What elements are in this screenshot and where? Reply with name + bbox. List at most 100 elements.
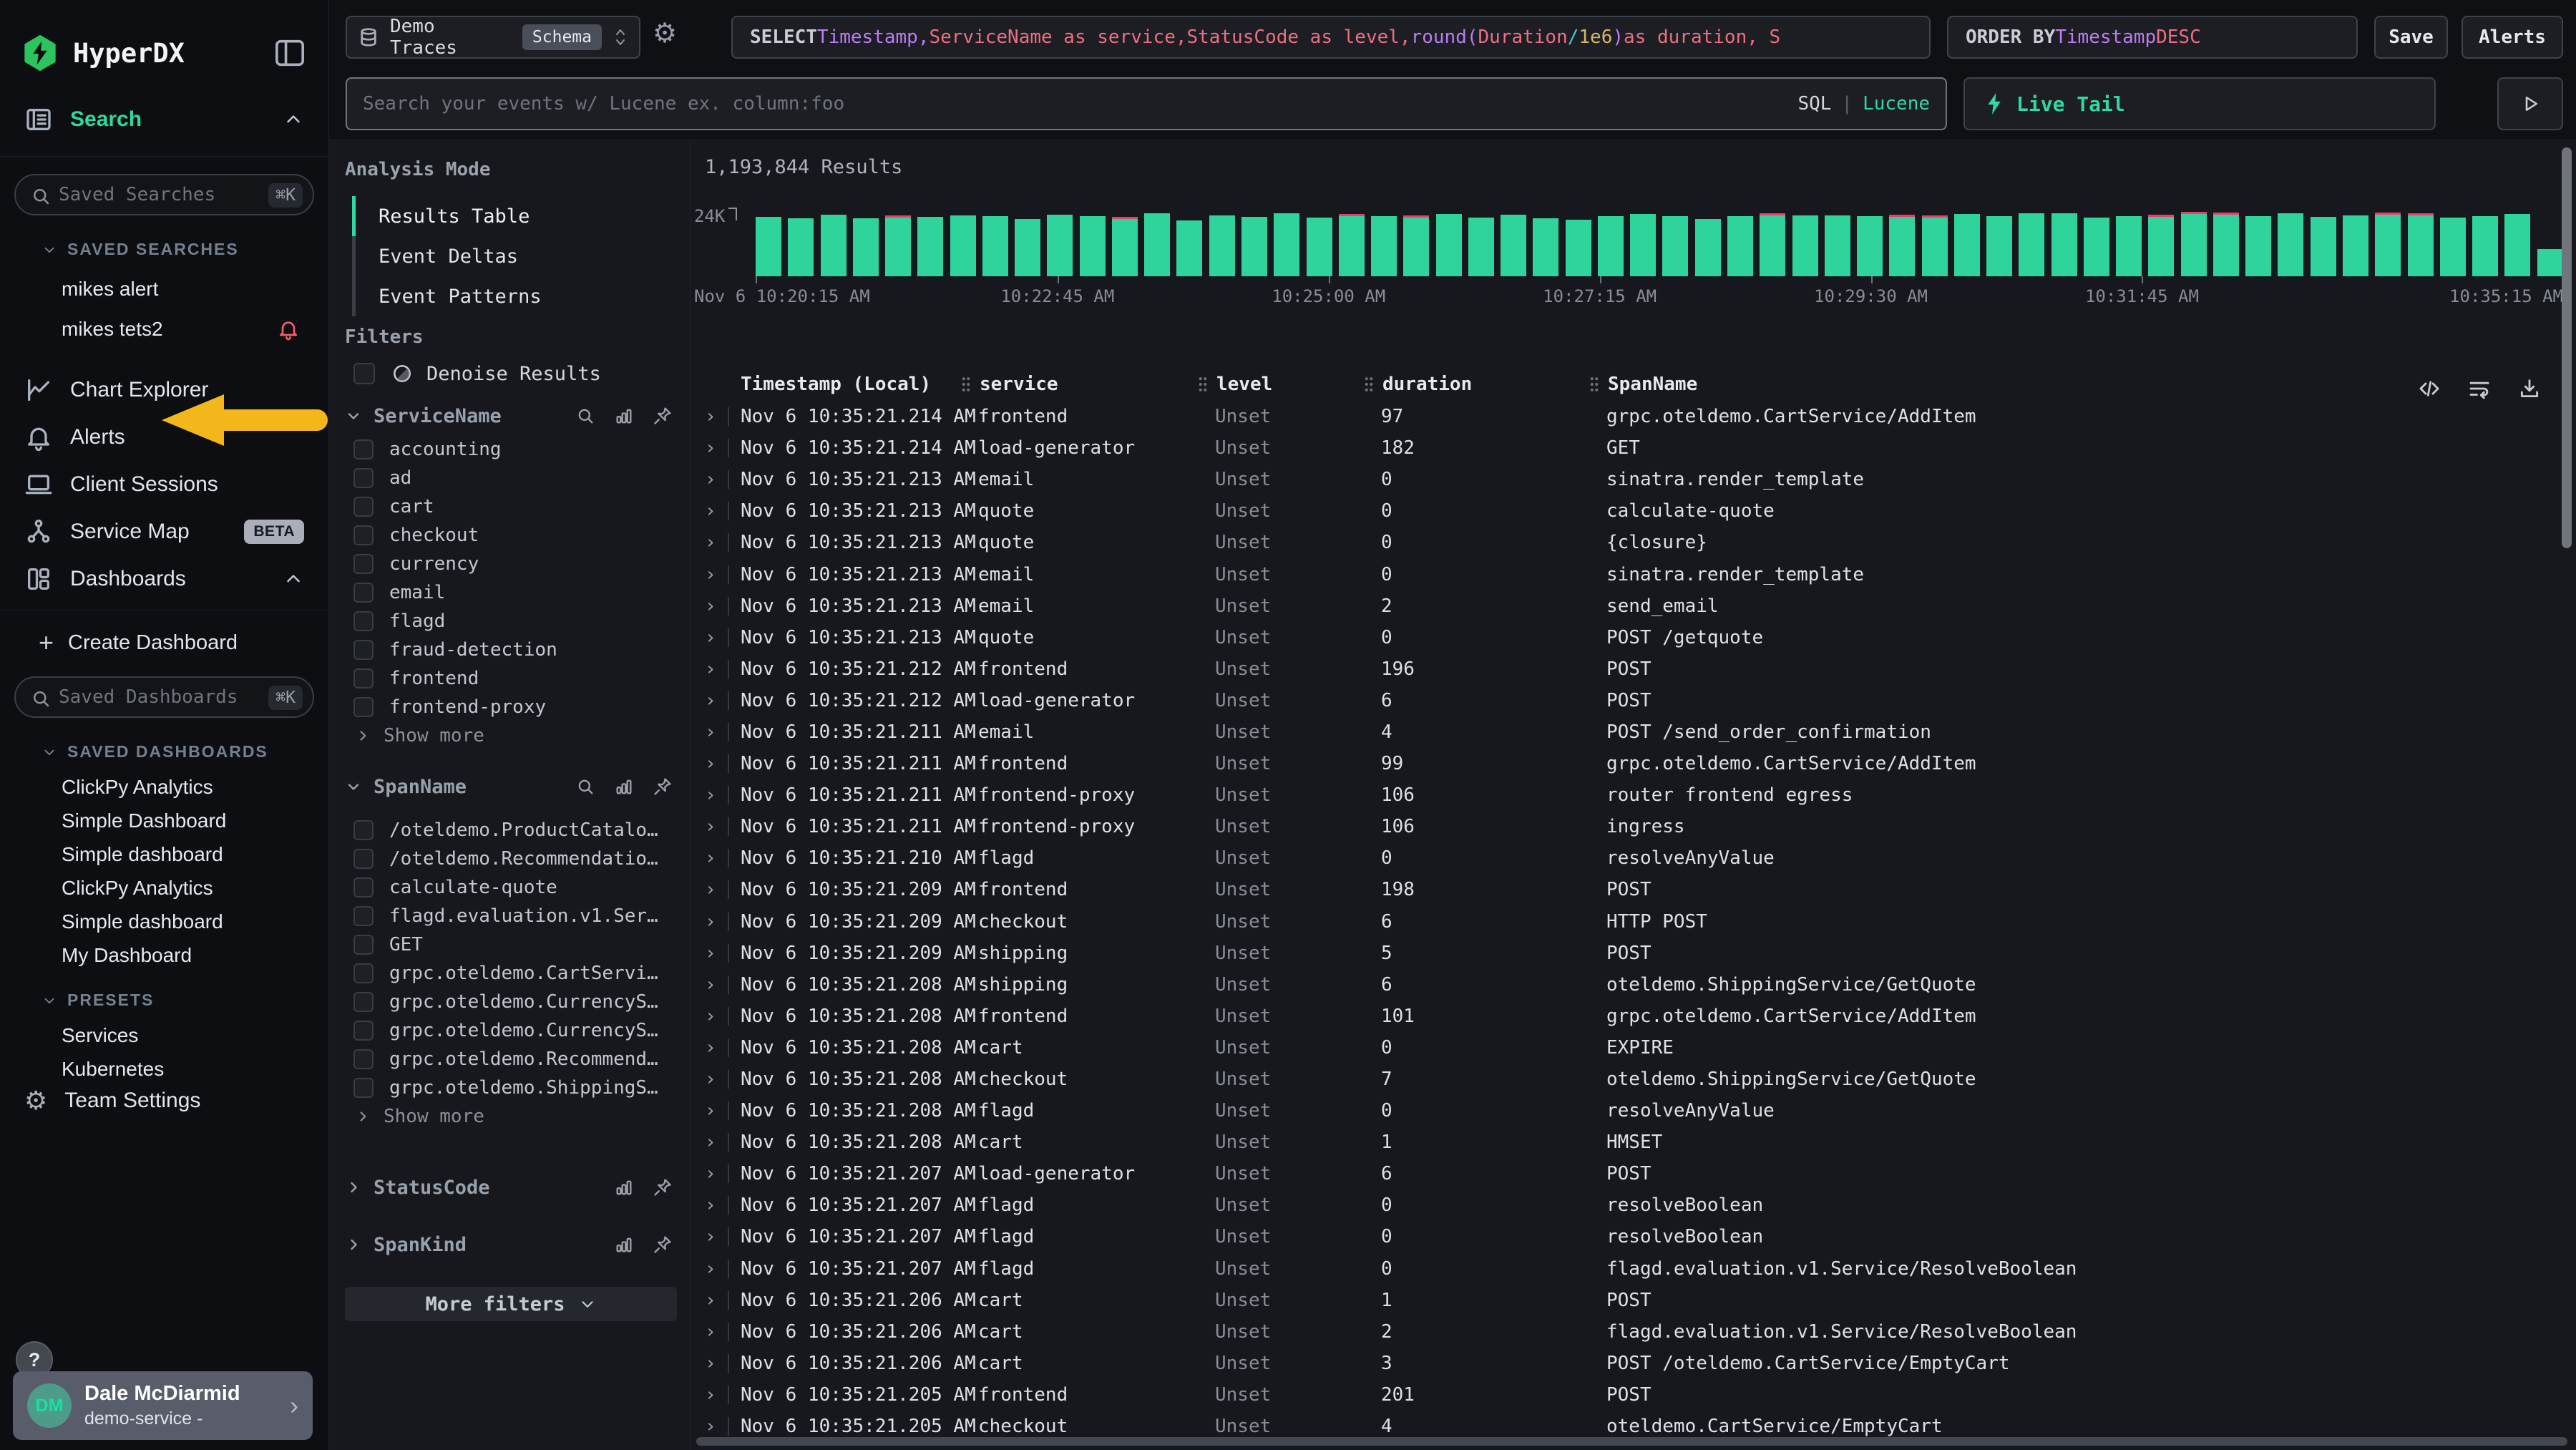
filter-checkbox-item[interactable]: ad	[345, 464, 677, 492]
checkbox[interactable]	[353, 1021, 374, 1041]
expand-row-cell[interactable]: ›	[691, 437, 741, 459]
expand-row-cell[interactable]: ›	[691, 406, 741, 427]
show-more-button[interactable]: Show more	[345, 1102, 677, 1131]
column-header-service[interactable]: service	[978, 374, 1215, 395]
drag-handle-icon[interactable]	[1196, 375, 1209, 394]
filter-checkbox-item[interactable]: GET	[345, 930, 677, 959]
pin-icon[interactable]	[653, 1235, 673, 1255]
table-row[interactable]: ›Nov 6 10:35:21.206 AMcartUnset3POST /ot…	[691, 1348, 2576, 1379]
sidebar-item-dashboards[interactable]: Dashboards	[0, 555, 328, 603]
expand-row-cell[interactable]: ›	[691, 879, 741, 900]
saved-dashboard-item[interactable]: Simple dashboard	[0, 837, 328, 871]
expand-row-cell[interactable]: ›	[691, 532, 741, 553]
table-row[interactable]: ›Nov 6 10:35:21.211 AMfrontend-proxyUnse…	[691, 779, 2576, 811]
denoise-checkbox[interactable]	[353, 363, 375, 384]
column-header-level[interactable]: level	[1215, 374, 1381, 395]
checkbox[interactable]	[353, 668, 374, 688]
chart-icon[interactable]	[614, 777, 634, 797]
drag-handle-icon[interactable]	[960, 375, 972, 394]
filter-checkbox-item[interactable]: calculate-quote	[345, 873, 677, 902]
filter-checkbox-item[interactable]: accounting	[345, 435, 677, 464]
source-settings-gear-icon[interactable]: ⚙	[653, 17, 677, 49]
table-row[interactable]: ›Nov 6 10:35:21.210 AMflagdUnset0resolve…	[691, 842, 2576, 874]
expand-row-cell[interactable]: ›	[691, 816, 741, 837]
table-row[interactable]: ›Nov 6 10:35:21.214 AMload-generatorUnse…	[691, 432, 2576, 464]
checkbox[interactable]	[353, 611, 374, 631]
expand-row-cell[interactable]: ›	[691, 658, 741, 680]
drag-handle-icon[interactable]	[1362, 375, 1375, 394]
checkbox[interactable]	[353, 697, 374, 717]
collapse-sidebar-icon[interactable]	[274, 39, 306, 67]
sql-select-input[interactable]: SELECT Timestamp, ServiceName as service…	[731, 16, 1931, 59]
table-row[interactable]: ›Nov 6 10:35:21.208 AMflagdUnset0resolve…	[691, 1095, 2576, 1127]
filter-checkbox-item[interactable]: grpc.oteldemo.CartServi…	[345, 959, 677, 988]
expand-row-cell[interactable]: ›	[691, 1321, 741, 1343]
checkbox[interactable]	[353, 1049, 374, 1069]
saved-dashboard-item[interactable]: Simple dashboard	[0, 905, 328, 938]
expand-row-cell[interactable]: ›	[691, 564, 741, 585]
checkbox[interactable]	[353, 963, 374, 983]
checkbox[interactable]	[353, 525, 374, 545]
lucene-toggle[interactable]: Lucene	[1863, 93, 1930, 115]
expand-row-cell[interactable]: ›	[691, 847, 741, 869]
expand-row-cell[interactable]: ›	[691, 1194, 741, 1216]
saved-searches-section-label[interactable]: SAVED SEARCHES	[0, 240, 328, 259]
expand-row-cell[interactable]: ›	[691, 1290, 741, 1311]
filter-checkbox-item[interactable]: frontend	[345, 664, 677, 693]
saved-searches-input[interactable]	[59, 175, 238, 214]
expand-row-cell[interactable]: ›	[691, 627, 741, 648]
expand-row-cell[interactable]: ›	[691, 595, 741, 617]
expand-row-cell[interactable]: ›	[691, 1258, 741, 1280]
live-tail-button[interactable]: Live Tail	[1963, 77, 2436, 130]
checkbox[interactable]	[353, 820, 374, 840]
saved-dashboards-section-label[interactable]: SAVED DASHBOARDS	[0, 742, 328, 762]
save-button[interactable]: Save	[2374, 16, 2448, 59]
saved-dashboard-item[interactable]: ClickPy Analytics	[0, 770, 328, 804]
search-icon[interactable]	[575, 406, 595, 426]
run-query-button[interactable]	[2497, 77, 2563, 130]
table-row[interactable]: ›Nov 6 10:35:21.208 AMcartUnset0EXPIRE	[691, 1032, 2576, 1064]
table-row[interactable]: ›Nov 6 10:35:21.213 AMemailUnset0sinatra…	[691, 558, 2576, 590]
filter-checkbox-item[interactable]: /oteldemo.Recommendatio…	[345, 845, 677, 873]
table-row[interactable]: ›Nov 6 10:35:21.206 AMcartUnset2flagd.ev…	[691, 1316, 2576, 1348]
filter-checkbox-item[interactable]: flagd.evaluation.v1.Ser…	[345, 902, 677, 930]
expand-row-cell[interactable]: ›	[691, 500, 741, 522]
table-row[interactable]: ›Nov 6 10:35:21.208 AMfrontendUnset101gr…	[691, 1001, 2576, 1032]
presets-section-label[interactable]: PRESETS	[0, 991, 328, 1010]
filter-checkbox-item[interactable]: grpc.oteldemo.CurrencyS…	[345, 988, 677, 1016]
analysis-mode-results-table[interactable]: Results Table	[352, 196, 677, 236]
checkbox[interactable]	[353, 468, 374, 488]
saved-dashboards-search[interactable]: ⌘K	[14, 676, 314, 718]
sidebar-item-chart-explorer[interactable]: Chart Explorer	[0, 366, 328, 414]
column-header-duration[interactable]: duration	[1381, 374, 1606, 395]
checkbox[interactable]	[353, 906, 374, 926]
table-row[interactable]: ›Nov 6 10:35:21.207 AMflagdUnset0resolve…	[691, 1189, 2576, 1221]
filter-group-header-StatusCode[interactable]: StatusCode	[345, 1168, 677, 1207]
filter-checkbox-item[interactable]: checkout	[345, 521, 677, 550]
chart-icon[interactable]	[614, 406, 634, 426]
analysis-mode-event-deltas[interactable]: Event Deltas	[352, 236, 677, 276]
filter-group-header-SpanKind[interactable]: SpanKind	[345, 1225, 677, 1264]
expand-row-cell[interactable]: ›	[691, 753, 741, 774]
create-dashboard-button[interactable]: + Create Dashboard	[0, 619, 328, 666]
expand-row-cell[interactable]: ›	[691, 911, 741, 933]
checkbox[interactable]	[353, 1078, 374, 1098]
saved-search-item[interactable]: mikes alert	[0, 269, 328, 309]
table-row[interactable]: ›Nov 6 10:35:21.211 AMfrontend-proxyUnse…	[691, 811, 2576, 842]
table-row[interactable]: ›Nov 6 10:35:21.207 AMload-generatorUnse…	[691, 1158, 2576, 1189]
order-by-input[interactable]: ORDER BY Timestamp DESC	[1947, 16, 2358, 59]
table-row[interactable]: ›Nov 6 10:35:21.205 AMfrontendUnset201PO…	[691, 1379, 2576, 1411]
search-input[interactable]	[363, 93, 1797, 115]
filter-checkbox-item[interactable]: flagd	[345, 607, 677, 636]
filter-checkbox-item[interactable]: currency	[345, 550, 677, 578]
table-row[interactable]: ›Nov 6 10:35:21.207 AMflagdUnset0flagd.e…	[691, 1253, 2576, 1285]
chart-icon[interactable]	[614, 1177, 634, 1197]
table-row[interactable]: ›Nov 6 10:35:21.211 AMemailUnset4POST /s…	[691, 716, 2576, 748]
table-row[interactable]: ›Nov 6 10:35:21.208 AMcheckoutUnset7otel…	[691, 1064, 2576, 1095]
checkbox[interactable]	[353, 640, 374, 660]
filter-checkbox-item[interactable]: grpc.oteldemo.CurrencyS…	[345, 1016, 677, 1045]
filter-group-header-ServiceName[interactable]: ServiceName	[345, 396, 677, 435]
pin-icon[interactable]	[653, 1177, 673, 1197]
checkbox[interactable]	[353, 583, 374, 603]
user-menu[interactable]: DM Dale McDiarmid demo-service - ›	[13, 1371, 313, 1440]
